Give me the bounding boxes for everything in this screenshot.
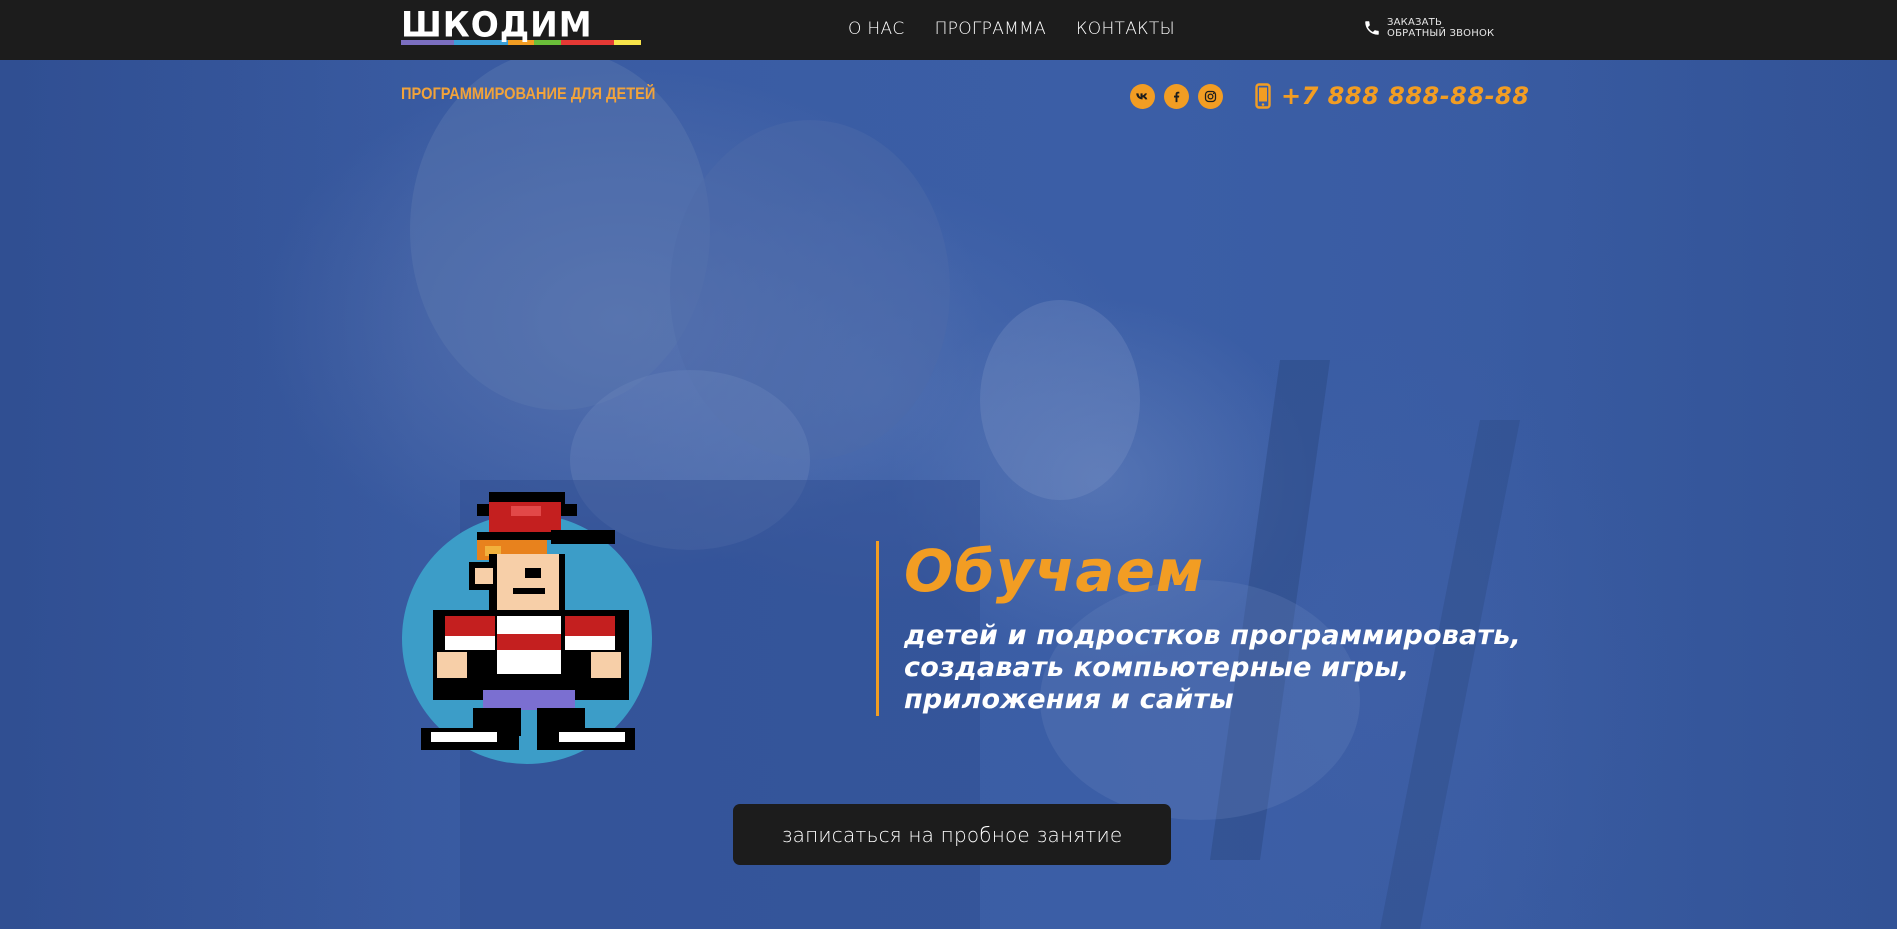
request-callback-button[interactable]: ЗАКАЗАТЬ ОБРАТНЫЙ ЗВОНОК: [1363, 17, 1494, 39]
main-nav: О НАС ПРОГРАММА КОНТАКТЫ: [848, 17, 1175, 41]
hero-subheadline-line-3: приложения и сайты: [904, 684, 1234, 715]
trial-lesson-signup-button[interactable]: записаться на пробное занятие: [733, 804, 1171, 865]
vk-icon[interactable]: [1130, 84, 1155, 109]
site-tagline: ПРОГРАММИРОВАНИЕ ДЛЯ ДЕТЕЙ: [401, 84, 656, 103]
hero-overlay: [0, 60, 1897, 929]
pixel-mascot-image: [402, 492, 652, 764]
hero-headline: Обучаем: [904, 537, 1205, 605]
social-links: [1130, 84, 1223, 109]
logo-text: ШКОДИМ: [401, 4, 593, 45]
hero-subheadline-line-2: создавать компьютерные игры,: [904, 652, 1410, 683]
nav-link-about[interactable]: О НАС: [848, 17, 905, 41]
nav-link-program[interactable]: ПРОГРАММА: [935, 17, 1046, 41]
nav-link-contacts[interactable]: КОНТАКТЫ: [1076, 17, 1175, 41]
callback-line-1: ЗАКАЗАТЬ: [1387, 17, 1443, 28]
callback-line-2: ОБРАТНЫЙ ЗВОНОК: [1387, 28, 1495, 39]
instagram-icon[interactable]: [1198, 84, 1223, 109]
phone-icon: [1365, 21, 1379, 35]
facebook-icon[interactable]: [1164, 84, 1189, 109]
mobile-phone-icon: [1255, 83, 1271, 109]
phone-number[interactable]: +7 888 888-88-88: [1281, 82, 1529, 110]
callback-label: ЗАКАЗАТЬ ОБРАТНЫЙ ЗВОНОК: [1387, 17, 1494, 39]
phone-contact[interactable]: +7 888 888-88-88: [1255, 82, 1529, 110]
hero-subheadline: детей и подростков программировать, созд…: [904, 620, 1524, 716]
site-logo[interactable]: ШКОДИМ: [401, 4, 642, 45]
top-navigation-bar: ШКОДИМ О НАС ПРОГРАММА КОНТАКТЫ ЗАКАЗАТЬ…: [0, 0, 1897, 60]
hero-subheadline-line-1: детей и подростков программировать,: [904, 620, 1522, 651]
headline-divider: [876, 541, 879, 716]
